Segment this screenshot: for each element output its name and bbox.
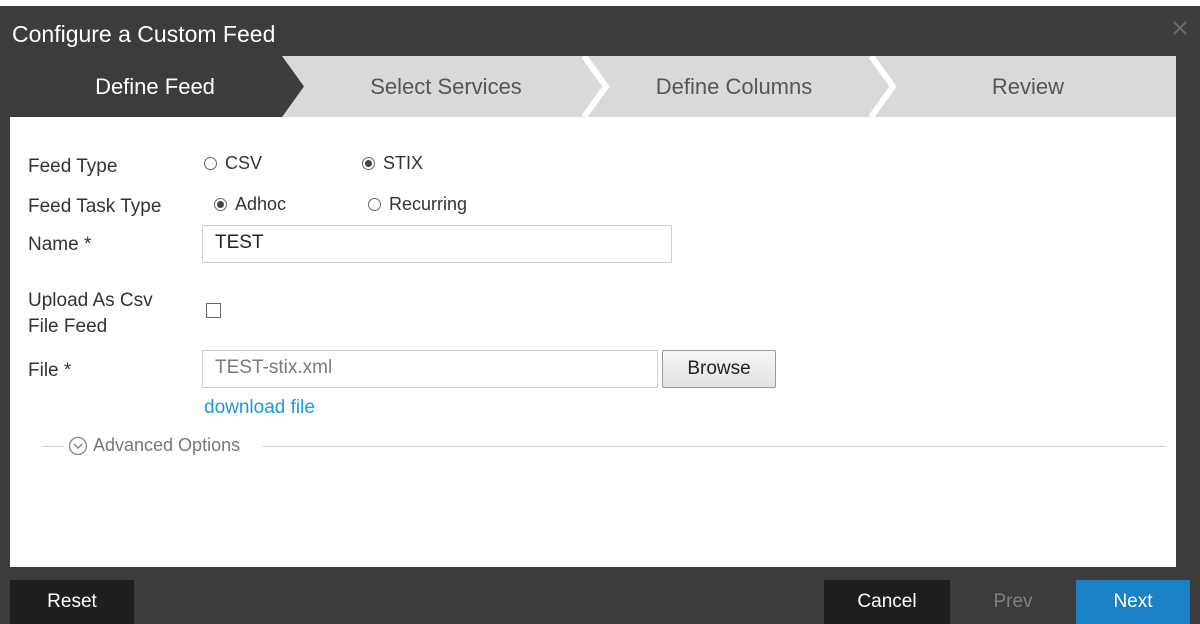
close-icon[interactable] <box>1168 16 1192 40</box>
download-file-link[interactable]: download file <box>204 397 315 419</box>
file-label: File * <box>28 360 72 381</box>
feed-task-recurring-label: Recurring <box>389 194 468 214</box>
browse-button[interactable]: Browse <box>662 350 776 388</box>
radio-button[interactable] <box>204 157 217 170</box>
feed-type-stix-radio[interactable]: STIX <box>362 153 423 174</box>
upload-csv-label-line1: Upload As Csv <box>28 290 153 311</box>
reset-button[interactable]: Reset <box>10 580 134 624</box>
upload-csv-checkbox[interactable] <box>206 303 221 318</box>
dialog-titlebar: Configure a Custom Feed <box>0 0 1200 56</box>
advanced-options-label: Advanced Options <box>93 435 241 455</box>
feed-type-label: Feed Type <box>28 156 118 177</box>
radio-button[interactable] <box>362 157 375 170</box>
feed-type-stix-label: STIX <box>383 153 424 173</box>
advanced-divider-left <box>42 446 64 447</box>
step-review[interactable]: Review <box>880 56 1176 117</box>
step-select-services[interactable]: Select Services <box>302 56 590 117</box>
feed-task-adhoc-radio[interactable]: Adhoc <box>214 194 286 215</box>
feed-type-csv-label: CSV <box>225 153 263 173</box>
advanced-options-toggle[interactable]: Advanced Options <box>68 435 240 456</box>
prev-button[interactable]: Prev <box>956 580 1070 624</box>
define-feed-panel: Feed Type CSV STIX Feed Task Type Adhoc … <box>10 117 1176 567</box>
name-input[interactable]: TEST <box>202 225 672 263</box>
name-label: Name * <box>28 234 92 255</box>
cancel-button[interactable]: Cancel <box>824 580 950 624</box>
dialog-footer: Reset Cancel Prev Next <box>0 567 1200 624</box>
step-define-columns[interactable]: Define Columns <box>592 56 876 117</box>
chevron-down-circle-icon <box>68 436 88 456</box>
next-button[interactable]: Next <box>1076 580 1190 624</box>
feed-task-type-label: Feed Task Type <box>28 196 162 217</box>
advanced-divider-right <box>262 446 1166 447</box>
upload-csv-label-line2: File Feed <box>28 316 108 337</box>
feed-type-csv-radio[interactable]: CSV <box>204 153 262 174</box>
feed-task-recurring-radio[interactable]: Recurring <box>368 194 467 215</box>
feed-task-adhoc-label: Adhoc <box>235 194 287 214</box>
dialog-title: Configure a Custom Feed <box>12 21 276 47</box>
radio-button[interactable] <box>368 198 381 211</box>
step-define-feed[interactable]: Define Feed <box>10 56 300 117</box>
configure-feed-dialog: Configure a Custom Feed Define Feed Sele… <box>0 0 1200 624</box>
wizard-steps: Define Feed Select Services Define Colum… <box>10 56 1176 117</box>
file-input[interactable]: TEST-stix.xml <box>202 350 658 388</box>
radio-button[interactable] <box>214 198 227 211</box>
